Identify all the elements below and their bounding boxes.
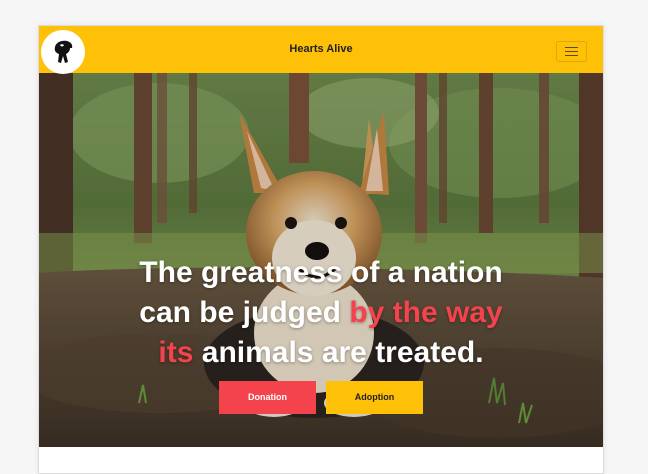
dog-silhouette-icon xyxy=(47,36,79,68)
hamburger-menu-icon xyxy=(565,47,578,48)
menu-toggle-button[interactable] xyxy=(556,41,587,62)
content-section xyxy=(39,447,603,473)
hero-headline: The greatness of a nation can be judged … xyxy=(39,253,603,373)
headline-line-3: its animals are treated. xyxy=(158,336,484,369)
logo[interactable] xyxy=(41,30,85,74)
headline-accent: by the way xyxy=(349,296,503,329)
hero-section: The greatness of a nation can be judged … xyxy=(39,73,603,447)
navbar: Hearts Alive xyxy=(39,26,603,73)
headline-line-2: can be judged by the way xyxy=(139,296,503,329)
headline-accent: its xyxy=(158,336,194,369)
adoption-button[interactable]: Adoption xyxy=(326,381,423,414)
donation-button[interactable]: Donation xyxy=(219,381,316,414)
hero-buttons: Donation Adoption xyxy=(39,381,603,414)
browser-viewport: Hearts Alive The greatness of a nation c… xyxy=(38,25,604,474)
brand-title[interactable]: Hearts Alive xyxy=(39,43,603,55)
headline-line-1: The greatness of a nation xyxy=(139,256,503,289)
